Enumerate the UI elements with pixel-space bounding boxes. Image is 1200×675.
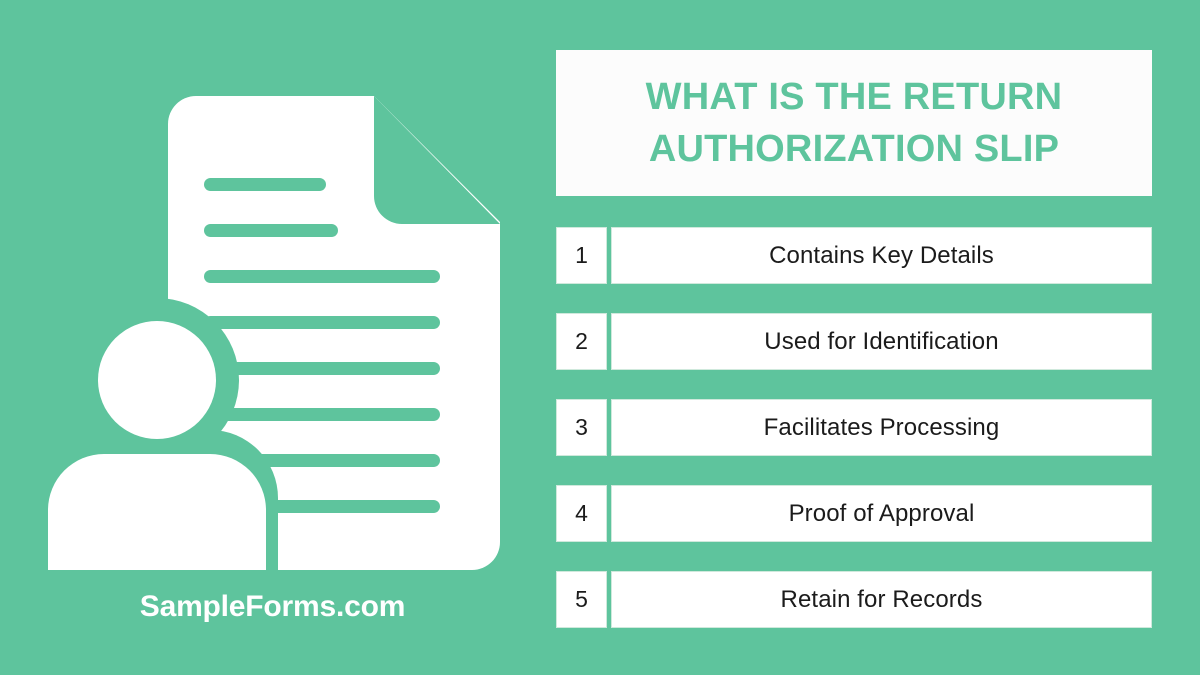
infographic-canvas: SampleForms.com WHAT IS THE RETURN AUTHO…: [0, 0, 1200, 675]
list-item-label: Facilitates Processing: [611, 399, 1152, 456]
content-panel: WHAT IS THE RETURN AUTHORIZATION SLIP 1 …: [556, 0, 1152, 675]
page-title: WHAT IS THE RETURN AUTHORIZATION SLIP: [645, 75, 1063, 170]
list-item-number: 4: [556, 485, 607, 542]
title-card: WHAT IS THE RETURN AUTHORIZATION SLIP: [556, 50, 1152, 196]
list-item-label: Contains Key Details: [611, 227, 1152, 284]
list-item[interactable]: 1 Contains Key Details: [556, 227, 1152, 284]
list-item[interactable]: 4 Proof of Approval: [556, 485, 1152, 542]
list-item-number: 3: [556, 399, 607, 456]
brand-wordmark: SampleForms.com: [139, 590, 406, 623]
list-item-number: 5: [556, 571, 607, 628]
list-item-label: Proof of Approval: [611, 485, 1152, 542]
list-item-number: 1: [556, 227, 607, 284]
document-with-person-icon: [48, 96, 500, 570]
list-item[interactable]: 5 Retain for Records: [556, 571, 1152, 628]
list-item-number: 2: [556, 313, 607, 370]
list-item-label: Used for Identification: [611, 313, 1152, 370]
list-item[interactable]: 2 Used for Identification: [556, 313, 1152, 370]
list-item-label: Retain for Records: [611, 571, 1152, 628]
numbered-list: 1 Contains Key Details 2 Used for Identi…: [556, 227, 1152, 628]
illustration-area: SampleForms.com: [0, 0, 556, 675]
list-item[interactable]: 3 Facilitates Processing: [556, 399, 1152, 456]
